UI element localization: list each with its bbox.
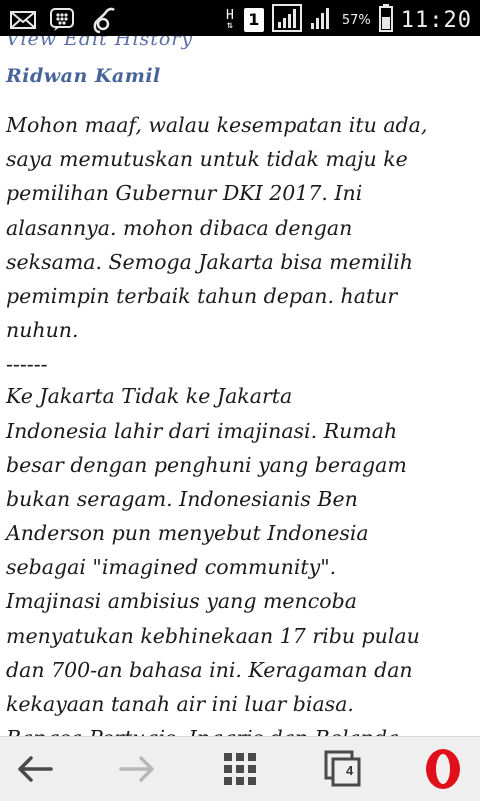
page-content[interactable]: View Edit History Ridwan Kamil Mohon maa… (0, 36, 480, 736)
post-line: Ke Jakarta Tidak ke Jakarta (6, 384, 293, 409)
post-line: saya memutuskan untuk tidak maju ke (6, 147, 408, 172)
post-line: seksama. Semoga Jakarta bisa memilih (6, 249, 414, 274)
opera-logo-icon (426, 749, 460, 789)
post-line: sebagai "imagined community". (6, 555, 337, 580)
post-line: dan 700-an bahasa ini. Keragaman dan (6, 657, 413, 682)
battery-icon (378, 4, 393, 36)
signal-icon-2 (310, 5, 334, 35)
post-line: Indonesia lahir dari imajinasi. Rumah (6, 418, 398, 443)
opera-menu-button[interactable] (408, 737, 478, 801)
post-line: alasannya. mohon dibaca dengan (6, 215, 353, 240)
back-button[interactable] (0, 737, 70, 801)
post-line: Imajinasi ambisius yang mencoba (6, 589, 357, 614)
post-line: kekayaan tanah air ini luar biasa. (6, 692, 354, 716)
mail-icon (10, 10, 36, 34)
post-line: besar dengan penghuni yang beragam (6, 452, 407, 477)
network-type-indicator: H ⇅ (225, 8, 234, 31)
post-body: Mohon maaf, walau kesempatan itu ada, sa… (6, 108, 476, 736)
tabs-icon (324, 750, 361, 787)
back-arrow-icon (18, 756, 53, 782)
post-line: nuhun. (6, 318, 79, 343)
post-line: bukan seragam. Indonesianis Ben (6, 486, 358, 511)
post-line: pemimpin terbaik tahun depan. hatur (6, 283, 398, 308)
forward-arrow-icon (119, 756, 154, 782)
battery-percent: 57% (341, 12, 371, 28)
speed-dial-button[interactable] (205, 737, 275, 801)
bbm-icon (50, 8, 76, 36)
grid-icon (224, 753, 256, 785)
author-name[interactable]: Ridwan Kamil (6, 65, 161, 87)
signal-icon (271, 4, 302, 36)
post-line: pemilihan Gubernur DKI 2017. Ini (6, 181, 363, 206)
view-edit-history-link[interactable]: View Edit History (6, 36, 193, 50)
browser-bottom-bar: 4 (0, 736, 480, 801)
post-line: Bangsa Portugis, Inggris dan Belanda (6, 721, 476, 736)
post-line: menyatukan kebhinekaan 17 ribu pulau (6, 623, 420, 648)
sim-slot-badge: 1 (243, 8, 264, 32)
forward-button[interactable] (102, 737, 172, 801)
tab-count: 4 (346, 763, 354, 778)
post-divider: ------ (6, 352, 48, 377)
clock: 11:20 (400, 7, 472, 33)
tabs-button[interactable]: 4 (308, 737, 378, 801)
post-line: Anderson pun menyebut Indonesia (6, 521, 369, 546)
status-bar: H ⇅ 1 57% 11:20 (0, 0, 480, 36)
link-icon (90, 6, 116, 38)
post-line: Mohon maaf, walau kesempatan itu ada, (6, 113, 428, 137)
